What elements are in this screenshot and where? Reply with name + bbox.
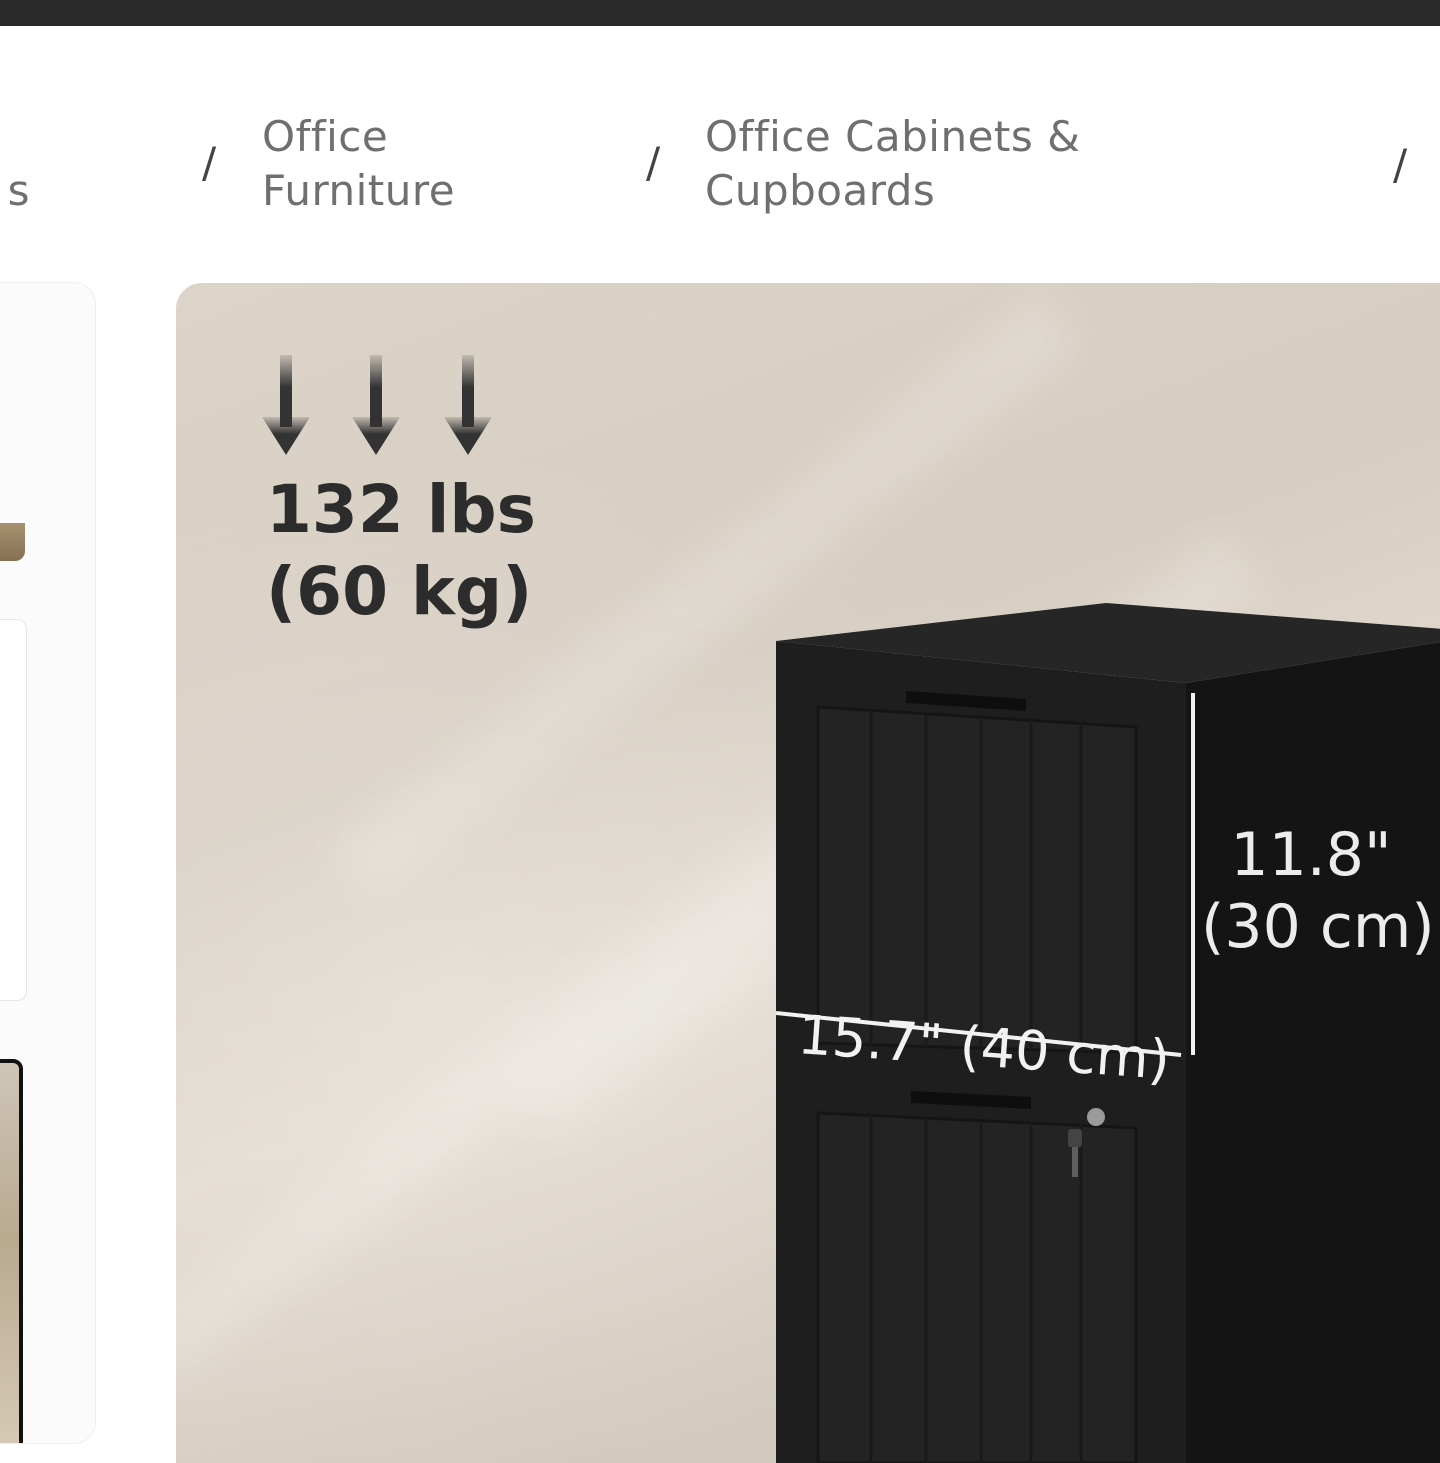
thumbnail-image[interactable] xyxy=(0,523,25,561)
breadcrumb-separator: / xyxy=(202,138,217,187)
browser-top-bar xyxy=(0,0,1440,26)
down-arrow-icon xyxy=(262,355,492,455)
breadcrumb-item-office-furniture[interactable]: Office Furniture xyxy=(262,110,562,218)
thumbnail-gallery xyxy=(0,282,96,1444)
product-main-image[interactable]: 132 lbs (60 kg) 11.8" (30 cm) 15.7" (40 … xyxy=(176,283,1440,1463)
breadcrumb-separator: / xyxy=(1393,140,1408,189)
height-dimension-label: 11.8" (30 cm) xyxy=(1201,819,1435,963)
weight-capacity-label: 132 lbs (60 kg) xyxy=(266,469,536,633)
breadcrumb-item-office-cabinets[interactable]: Office Cabinets & Cupboards xyxy=(705,110,1135,218)
thumbnail-image[interactable] xyxy=(0,619,27,1001)
height-metric: (30 cm) xyxy=(1201,892,1435,962)
thumbnail-image-selected[interactable] xyxy=(0,1059,23,1443)
breadcrumb: s / Office Furniture / Office Cabinets &… xyxy=(0,26,1440,276)
weight-metric: (60 kg) xyxy=(266,553,533,630)
breadcrumb-item-previous[interactable]: s xyxy=(0,164,30,218)
height-imperial: 11.8" xyxy=(1230,820,1392,890)
breadcrumb-separator: / xyxy=(646,138,661,187)
weight-imperial: 132 lbs xyxy=(266,471,536,548)
